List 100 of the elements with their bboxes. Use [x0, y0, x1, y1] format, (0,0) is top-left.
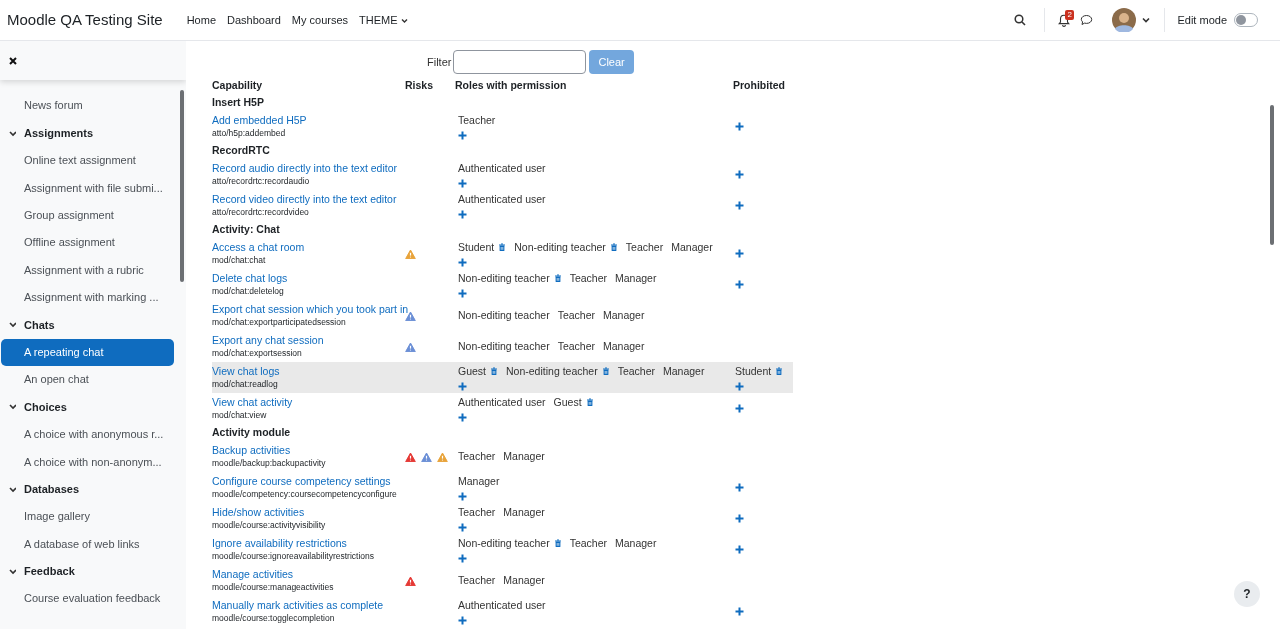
- capability-code: mod/chat:view: [212, 409, 268, 422]
- sidebar-item[interactable]: A database of web links: [1, 530, 174, 558]
- add-icon[interactable]: [735, 545, 744, 554]
- sidebar-item[interactable]: A repeating chat: [1, 338, 174, 366]
- add-icon[interactable]: [458, 289, 467, 298]
- bell-icon[interactable]: [1058, 13, 1071, 27]
- sidebar-item[interactable]: A choice with non-anonym...: [1, 448, 174, 476]
- trash-icon[interactable]: [553, 539, 562, 548]
- nav-link[interactable]: My courses: [291, 11, 349, 29]
- capability-link[interactable]: Add embedded H5P: [212, 113, 405, 127]
- section-title[interactable]: Chats: [24, 316, 55, 334]
- add-icon[interactable]: [458, 258, 467, 267]
- nav-dropdown[interactable]: THEME: [359, 11, 408, 29]
- nav-link[interactable]: Dashboard: [227, 11, 281, 29]
- trash-icon[interactable]: [498, 243, 507, 252]
- section-title[interactable]: Assignments: [24, 124, 94, 142]
- capability-code: moodle/course:manageactivities: [212, 581, 335, 594]
- add-icon[interactable]: [458, 554, 467, 563]
- chevron-down-icon[interactable]: [9, 129, 16, 137]
- capability-link[interactable]: Backup activities: [212, 443, 405, 457]
- capability-link[interactable]: View chat logs: [212, 364, 405, 378]
- avatar-icon[interactable]: [1112, 8, 1137, 32]
- capability-code: moodle/competency:coursecompetencyconfigure: [212, 488, 398, 501]
- scrollbar-thumb[interactable]: [180, 90, 184, 282]
- role-name: Teacher: [458, 112, 496, 128]
- site-name[interactable]: Moodle QA Testing Site: [7, 8, 163, 32]
- add-icon[interactable]: [458, 131, 467, 140]
- search-icon[interactable]: [1014, 14, 1027, 26]
- role-name: Non-editing teacher: [458, 270, 550, 286]
- sidebar-item[interactable]: Assignment with file submi...: [1, 174, 174, 202]
- add-icon[interactable]: [458, 179, 467, 188]
- role-name: Non-editing teacher: [458, 535, 550, 551]
- capability-link[interactable]: Record audio directly into the text editor: [212, 161, 405, 175]
- capability-link[interactable]: Record video directly into the text editor: [212, 192, 405, 206]
- capability-link[interactable]: Export any chat session: [212, 333, 405, 347]
- role-name: Manager: [503, 448, 545, 464]
- role-name: Guest: [458, 363, 486, 379]
- column-header: Prohibited: [733, 78, 785, 91]
- warning-icon[interactable]: [405, 341, 416, 352]
- section-title[interactable]: Feedback: [24, 563, 75, 580]
- add-icon[interactable]: [735, 607, 744, 616]
- capability-link[interactable]: Hide/show activities: [212, 505, 405, 519]
- capability-link[interactable]: Configure course competency settings: [212, 474, 405, 488]
- close-icon[interactable]: [9, 56, 17, 65]
- sidebar-item[interactable]: Assignment with marking ...: [1, 283, 174, 312]
- add-icon[interactable]: [458, 616, 467, 625]
- trash-icon[interactable]: [585, 398, 594, 407]
- capability-link[interactable]: Delete chat logs: [212, 271, 405, 285]
- sidebar-item[interactable]: News forum: [1, 92, 174, 120]
- section-title[interactable]: Choices: [24, 398, 67, 416]
- trash-icon[interactable]: [601, 367, 610, 376]
- sidebar-item[interactable]: Assignment with a rubric: [1, 256, 174, 284]
- role-name: Non-editing teacher: [514, 239, 606, 255]
- add-icon[interactable]: [735, 483, 744, 492]
- chevron-down-icon[interactable]: [9, 321, 16, 329]
- capability-link[interactable]: Access a chat room: [212, 240, 405, 254]
- add-icon[interactable]: [458, 492, 467, 501]
- group-heading: Insert H5P: [212, 94, 264, 110]
- add-icon[interactable]: [735, 249, 744, 258]
- chevron-down-icon[interactable]: [400, 17, 408, 23]
- add-icon[interactable]: [735, 382, 744, 391]
- add-icon[interactable]: [458, 210, 467, 219]
- add-icon[interactable]: [735, 201, 744, 210]
- sidebar-item[interactable]: Course evaluation feedback: [1, 585, 174, 613]
- sidebar-item[interactable]: An open chat: [1, 365, 174, 394]
- nav-link[interactable]: Home: [186, 11, 216, 29]
- filter-field[interactable]: [453, 50, 587, 74]
- capability-link[interactable]: Manually mark activities as complete: [212, 598, 405, 612]
- capability-link[interactable]: Manage activities: [212, 567, 405, 581]
- sidebar-item[interactable]: A choice with anonymous r...: [1, 420, 174, 449]
- capability-link[interactable]: View chat activity: [212, 395, 405, 409]
- trash-icon[interactable]: [775, 367, 784, 376]
- add-icon[interactable]: [735, 514, 744, 523]
- chevron-down-icon[interactable]: [9, 567, 16, 575]
- warning-icon[interactable]: [405, 451, 416, 462]
- help-button[interactable]: ?: [1234, 581, 1260, 607]
- add-icon[interactable]: [735, 280, 744, 289]
- scrollbar-thumb[interactable]: [1270, 105, 1274, 245]
- sidebar-item[interactable]: Online text assignment: [1, 146, 174, 175]
- chevron-down-icon[interactable]: [9, 485, 16, 493]
- trash-icon[interactable]: [609, 243, 618, 252]
- add-icon[interactable]: [735, 122, 744, 131]
- trash-icon[interactable]: [490, 367, 498, 376]
- sidebar-item[interactable]: Offline assignment: [1, 228, 174, 257]
- sidebar-item[interactable]: Group assignment: [1, 201, 174, 229]
- capability-link[interactable]: Ignore availability restrictions: [212, 536, 405, 550]
- sidebar-item[interactable]: Image gallery: [1, 502, 174, 531]
- warning-icon[interactable]: [421, 451, 432, 462]
- trash-icon[interactable]: [553, 274, 562, 283]
- chat-bubble-icon[interactable]: [1080, 14, 1094, 26]
- add-icon[interactable]: [735, 404, 744, 413]
- add-icon[interactable]: [735, 170, 744, 179]
- capability-code: mod/chat:exportsession: [212, 347, 303, 360]
- chevron-down-icon[interactable]: [1142, 17, 1151, 23]
- section-title[interactable]: Databases: [24, 480, 80, 498]
- add-icon[interactable]: [458, 523, 467, 532]
- warning-icon[interactable]: [405, 575, 416, 586]
- chevron-down-icon[interactable]: [9, 403, 16, 411]
- add-icon[interactable]: [458, 413, 467, 422]
- add-icon[interactable]: [458, 382, 467, 391]
